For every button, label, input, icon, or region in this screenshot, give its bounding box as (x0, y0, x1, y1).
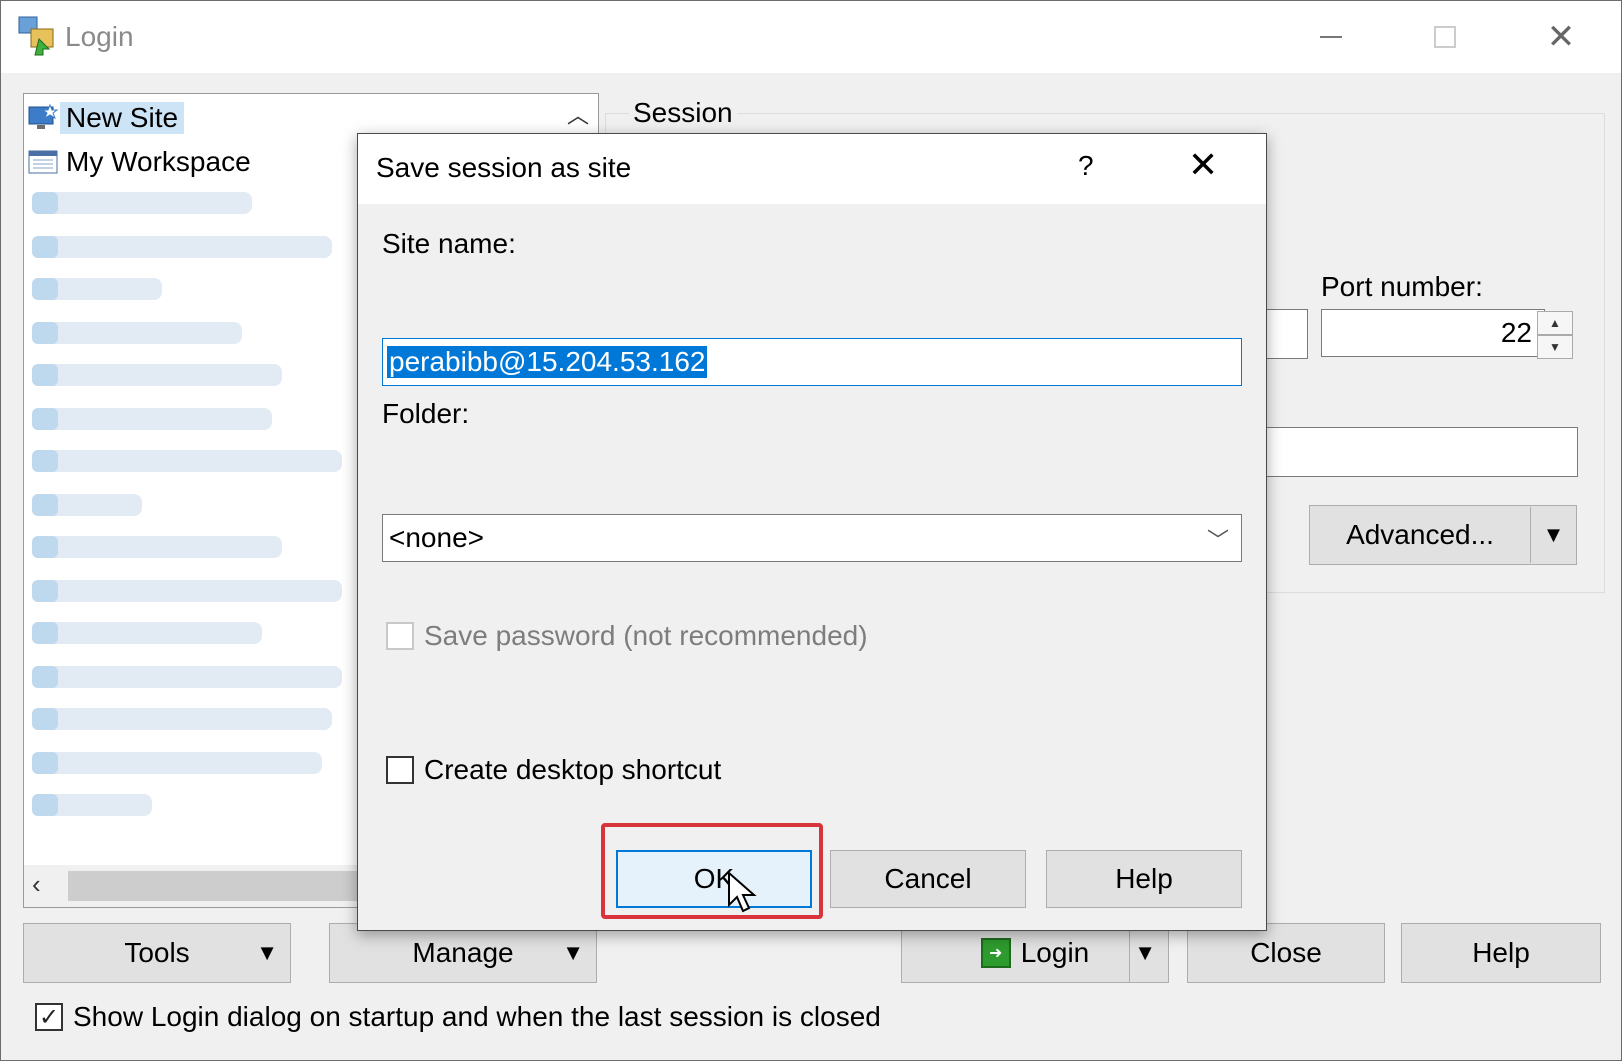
dialog-title-bar: Save session as site ? ✕ (358, 134, 1266, 204)
minimize-button[interactable] (1311, 17, 1351, 57)
dialog-help-button[interactable]: Help (1046, 850, 1242, 908)
dropdown-arrow-icon: ▼ (562, 940, 584, 965)
tree-scroll-up-button[interactable]: ︿ (558, 94, 598, 134)
login-button[interactable]: ➜ Login ▼ (901, 923, 1169, 983)
save-session-dialog: Save session as site ? ✕ Site name: pera… (357, 133, 1267, 931)
port-number-label: Port number: (1321, 271, 1483, 302)
manage-button-label: Manage (412, 937, 514, 968)
mouse-cursor-icon (728, 871, 757, 913)
dialog-help-button-label: Help (1115, 863, 1173, 894)
tree-item-label: My Workspace (66, 146, 251, 177)
checkbox-box[interactable] (386, 622, 414, 650)
dialog-title: Save session as site (376, 152, 632, 183)
show-login-checkbox[interactable]: ✓ Show Login dialog on startup and when … (35, 1001, 881, 1033)
tree-item-label: New Site (60, 102, 185, 134)
help-button[interactable]: Help (1401, 923, 1601, 983)
chevron-down-icon: ﹀ (1206, 528, 1229, 553)
login-dropdown-icon[interactable]: ▼ (1134, 940, 1156, 966)
login-window: Login ✕ New Site My Workspace ︿ ‹ Sessio… (0, 0, 1622, 1061)
folder-value: <none> (389, 522, 484, 553)
desktop-shortcut-checkbox[interactable]: Create desktop shortcut (386, 754, 721, 786)
site-name-value: perabibb@15.204.53.162 (387, 346, 708, 378)
close-window-button[interactable]: ✕ (1541, 17, 1581, 57)
maximize-icon (1434, 26, 1456, 48)
workspace-icon (28, 150, 58, 174)
session-group-title: Session (629, 97, 737, 129)
new-site-icon (28, 104, 58, 129)
title-bar: Login ✕ (1, 1, 1621, 73)
scroll-left-icon[interactable]: ‹ (32, 869, 41, 900)
show-login-label: Show Login dialog on startup and when th… (73, 1001, 881, 1032)
close-button-label: Close (1250, 937, 1322, 968)
dialog-close-icon[interactable]: ✕ (1188, 144, 1218, 186)
save-password-label: Save password (not recommended) (424, 620, 868, 651)
folder-label: Folder: (382, 398, 470, 429)
spin-down-icon[interactable]: ▼ (1537, 335, 1573, 359)
advanced-dropdown-icon[interactable]: ▼ (1531, 522, 1576, 548)
cancel-button[interactable]: Cancel (830, 850, 1026, 908)
port-number-input[interactable]: 22 (1321, 309, 1545, 357)
port-spinner[interactable]: ▲ ▼ (1537, 311, 1573, 359)
save-password-checkbox[interactable]: Save password (not recommended) (386, 620, 868, 652)
maximize-button[interactable] (1425, 17, 1465, 57)
advanced-button[interactable]: Advanced... ▼ (1309, 505, 1577, 565)
folder-select[interactable]: <none> ﹀ (382, 514, 1242, 562)
desktop-shortcut-label: Create desktop shortcut (424, 754, 722, 785)
app-icon (18, 16, 54, 56)
login-button-label: Login (1020, 937, 1090, 968)
advanced-button-label: Advanced... (1346, 519, 1494, 550)
site-name-input[interactable]: perabibb@15.204.53.162 (382, 338, 1242, 386)
window-title: Login (65, 21, 134, 52)
close-button[interactable]: Close (1187, 923, 1385, 983)
split-divider (1129, 924, 1130, 982)
tools-button[interactable]: Tools ▼ (23, 923, 291, 983)
checkbox-box[interactable] (386, 756, 414, 784)
chevron-up-icon: ︿ (566, 103, 589, 128)
minimize-icon (1320, 36, 1342, 38)
spin-up-icon[interactable]: ▲ (1537, 311, 1573, 335)
cancel-button-label: Cancel (884, 863, 972, 894)
checkmark-icon[interactable]: ✓ (35, 1003, 63, 1031)
close-icon: ✕ (1546, 18, 1576, 56)
manage-button[interactable]: Manage ▼ (329, 923, 597, 983)
tree-item-new-site[interactable]: New Site (28, 98, 185, 138)
blurred-site-list (24, 182, 354, 872)
ok-highlight-annotation (601, 823, 823, 919)
dialog-help-icon[interactable]: ? (1078, 150, 1094, 182)
site-name-label: Site name: (382, 228, 516, 259)
scrollbar-thumb[interactable] (68, 871, 368, 901)
tree-item-my-workspace[interactable]: My Workspace (28, 142, 251, 182)
tools-button-label: Tools (124, 937, 190, 968)
login-icon: ➜ (980, 938, 1011, 968)
help-button-label: Help (1472, 937, 1530, 968)
dropdown-arrow-icon: ▼ (256, 940, 278, 965)
